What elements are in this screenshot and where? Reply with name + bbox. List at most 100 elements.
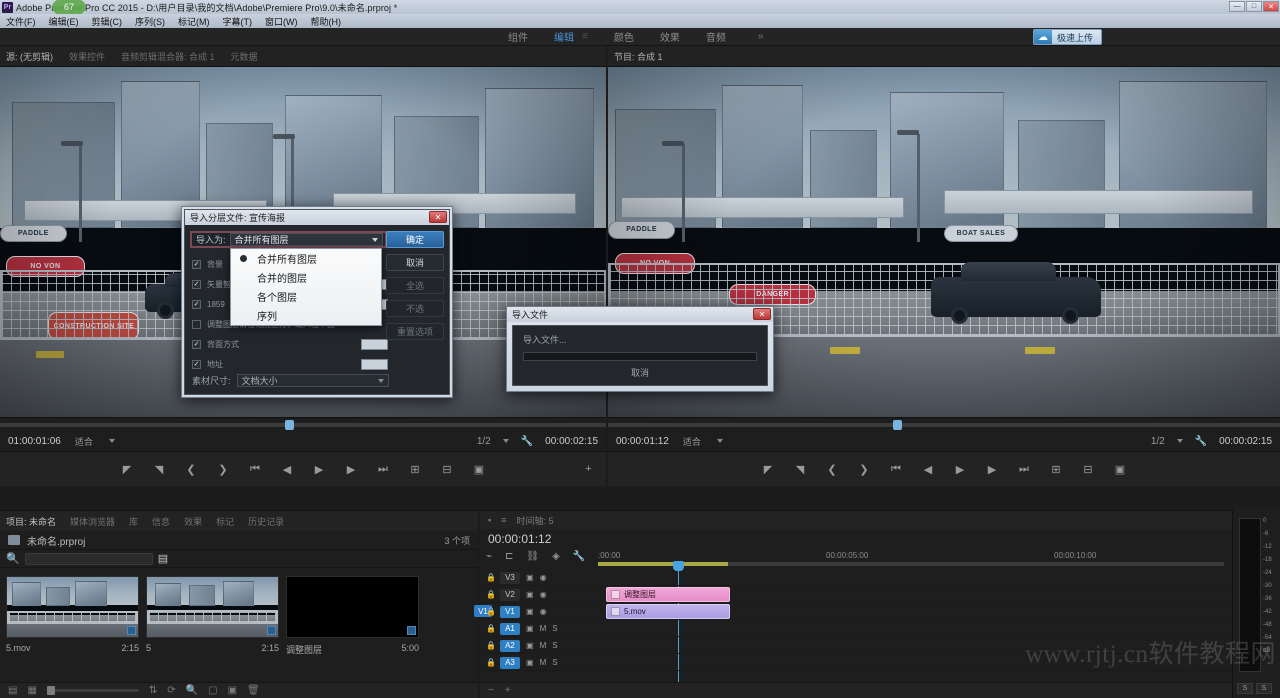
step-forward-icon[interactable]: ▶ — [985, 462, 1000, 477]
source-zoom-level[interactable]: 1/2 — [477, 436, 491, 447]
checkbox-checked-icon[interactable]: ✓ — [192, 339, 201, 349]
toggle-output-icon[interactable]: ▣ — [526, 641, 534, 650]
find-icon[interactable]: 🔍 — [186, 685, 198, 696]
eye-icon[interactable]: ◉ — [540, 590, 547, 599]
menu-marker[interactable]: 标记(M) — [176, 15, 212, 28]
ok-button[interactable]: 确定 — [386, 231, 444, 248]
footage-size-combo[interactable]: 文档大小 — [236, 374, 389, 387]
lock-icon[interactable]: 🔒 — [486, 658, 496, 667]
progress-dialog-close-button[interactable]: ✕ — [753, 308, 771, 320]
delete-icon[interactable]: 🗑 — [247, 685, 260, 696]
list-item[interactable]: 5 2:15 — [146, 576, 279, 656]
timeline-zoom-out-icon[interactable]: − — [488, 685, 494, 696]
track-row[interactable]: 🔒 V3 ▣ ◉ — [480, 569, 1280, 586]
mute-icon[interactable]: M — [540, 658, 547, 667]
dropdown-option-individual-layers[interactable]: 各个图层 — [231, 287, 381, 306]
search-input[interactable] — [24, 552, 153, 565]
mark-in-icon[interactable]: ◤ — [761, 462, 776, 477]
tab-info[interactable]: 信息 — [152, 515, 170, 528]
list-item[interactable]: 5.mov 2:15 — [6, 576, 139, 656]
toggle-output-icon[interactable]: ▣ — [526, 658, 534, 667]
settings-wrench-icon[interactable]: 🔧 — [521, 436, 533, 447]
program-zoom-level[interactable]: 1/2 — [1151, 436, 1165, 447]
zoom-slider-knob[interactable] — [46, 686, 55, 695]
insert-icon[interactable]: ⊞ — [408, 462, 423, 477]
program-fit-select[interactable]: 适合 — [683, 435, 723, 448]
solo-button-right[interactable]: S — [1256, 683, 1272, 694]
toggle-output-icon[interactable]: ▣ — [526, 624, 534, 633]
step-back-icon[interactable]: ◀ — [921, 462, 936, 477]
program-current-time[interactable]: 00:00:01:12 — [616, 436, 669, 447]
lift-icon[interactable]: ⊞ — [1049, 462, 1064, 477]
toggle-output-icon[interactable]: ▣ — [526, 573, 534, 582]
layered-dialog-close-button[interactable]: ✕ — [429, 211, 447, 223]
mark-in-icon[interactable]: ◤ — [120, 462, 135, 477]
list-item[interactable]: 调整图层 5:00 — [286, 576, 419, 656]
tab-libraries[interactable]: 库 — [129, 515, 138, 528]
export-frame-icon[interactable]: ▣ — [472, 462, 487, 477]
go-to-in-icon[interactable]: ⏮ — [889, 462, 904, 477]
track-header-a3[interactable]: 🔒 A3 ▣ M S — [486, 654, 596, 671]
tab-metadata[interactable]: 元数据 — [231, 50, 258, 63]
menu-edit[interactable]: 编辑(E) — [47, 15, 81, 28]
tab-markers[interactable]: 标记 — [216, 515, 234, 528]
layer-value-field[interactable] — [361, 358, 388, 370]
step-forward-icon[interactable]: ▶ — [344, 462, 359, 477]
toggle-output-icon[interactable]: ▣ — [526, 607, 534, 616]
add-marker-icon[interactable]: ❮ — [825, 462, 840, 477]
tab-audio-clip-mixer[interactable]: 音频剪辑混合器: 合成 1 — [121, 50, 215, 63]
checkbox-checked-icon[interactable]: ✓ — [192, 359, 201, 369]
timeline-zoom-in-icon[interactable]: + — [505, 685, 511, 696]
progress-cancel-button[interactable]: 取消 — [631, 366, 649, 379]
solo-icon[interactable]: S — [552, 658, 557, 667]
track-label[interactable]: A1 — [500, 622, 520, 635]
sort-icon[interactable]: ⇅ — [149, 685, 157, 696]
menu-help[interactable]: 帮助(H) — [309, 15, 344, 28]
mark-out-icon[interactable]: ◥ — [793, 462, 808, 477]
track-label[interactable]: A2 — [500, 639, 520, 652]
export-frame-icon[interactable]: ▣ — [1113, 462, 1128, 477]
tab-source[interactable]: 源: (无剪辑) — [6, 50, 53, 63]
source-fit-select[interactable]: 适合 — [75, 435, 115, 448]
timeline-clip-video[interactable]: 5.mov — [606, 604, 730, 619]
add-marker-icon[interactable]: ◈ — [552, 551, 560, 562]
track-header-a2[interactable]: 🔒 A2 ▣ M S — [486, 637, 596, 654]
dropdown-option-sequence[interactable]: 序列 — [231, 306, 381, 325]
thumbnail-zoom-slider[interactable] — [46, 686, 139, 695]
fast-upload-button[interactable]: ☁ 极速上传 — [1032, 29, 1102, 45]
workspace-tab-color[interactable]: 颜色 — [614, 29, 634, 44]
tab-effects[interactable]: 效果 — [184, 515, 202, 528]
menu-file[interactable]: 文件(F) — [4, 15, 38, 28]
auto-match-icon[interactable]: ⟳ — [167, 685, 175, 696]
layer-row[interactable]: ✓ 背面方式 — [192, 334, 388, 354]
layer-row[interactable]: ✓ 地址 — [192, 354, 388, 374]
track-label[interactable]: A3 — [500, 656, 520, 669]
dropdown-option-merged-layers[interactable]: 合并的图层 — [231, 268, 381, 287]
new-bin-icon[interactable]: ▢ — [208, 685, 217, 696]
workspace-handle-icon[interactable]: ≡ — [582, 31, 588, 42]
chevron-down-icon[interactable] — [502, 439, 509, 443]
solo-icon[interactable]: S — [552, 641, 557, 650]
source-current-time[interactable]: 01:00:01:06 — [8, 436, 61, 447]
program-scrub-bar[interactable] — [608, 417, 1280, 431]
track-label[interactable]: V3 — [500, 571, 520, 584]
item-thumbnail[interactable] — [286, 576, 419, 638]
mute-icon[interactable]: M — [540, 624, 547, 633]
track-header-v2[interactable]: 🔒 V2 ▣ ◉ — [486, 586, 596, 603]
workspace-tab-effects[interactable]: 效果 — [660, 29, 680, 44]
play-icon[interactable]: ▶ — [312, 462, 327, 477]
tab-timeline[interactable]: 时间轴: 5 — [516, 514, 553, 527]
checkbox-checked-icon[interactable]: ✓ — [192, 279, 201, 289]
extract-icon[interactable]: ⊟ — [1081, 462, 1096, 477]
source-scrub-bar[interactable] — [0, 417, 606, 431]
linked-selection-icon[interactable]: ⛓ — [526, 551, 539, 562]
timeline-current-time[interactable]: 00:00:01:12 — [488, 532, 551, 546]
reset-options-button[interactable]: 重置选项 — [386, 323, 444, 340]
eye-icon[interactable]: ◉ — [540, 573, 547, 582]
source-panel-menu-icon[interactable]: + — [581, 462, 596, 477]
track-row[interactable]: V1 🔒 V1 ▣ ◉ 5.mov — [474, 603, 1280, 620]
lock-icon[interactable]: 🔒 — [486, 641, 496, 650]
tab-history[interactable]: 历史记录 — [248, 515, 284, 528]
add-marker-icon[interactable]: ❮ — [184, 462, 199, 477]
checkbox-unchecked-icon[interactable]: ✓ — [192, 319, 201, 329]
